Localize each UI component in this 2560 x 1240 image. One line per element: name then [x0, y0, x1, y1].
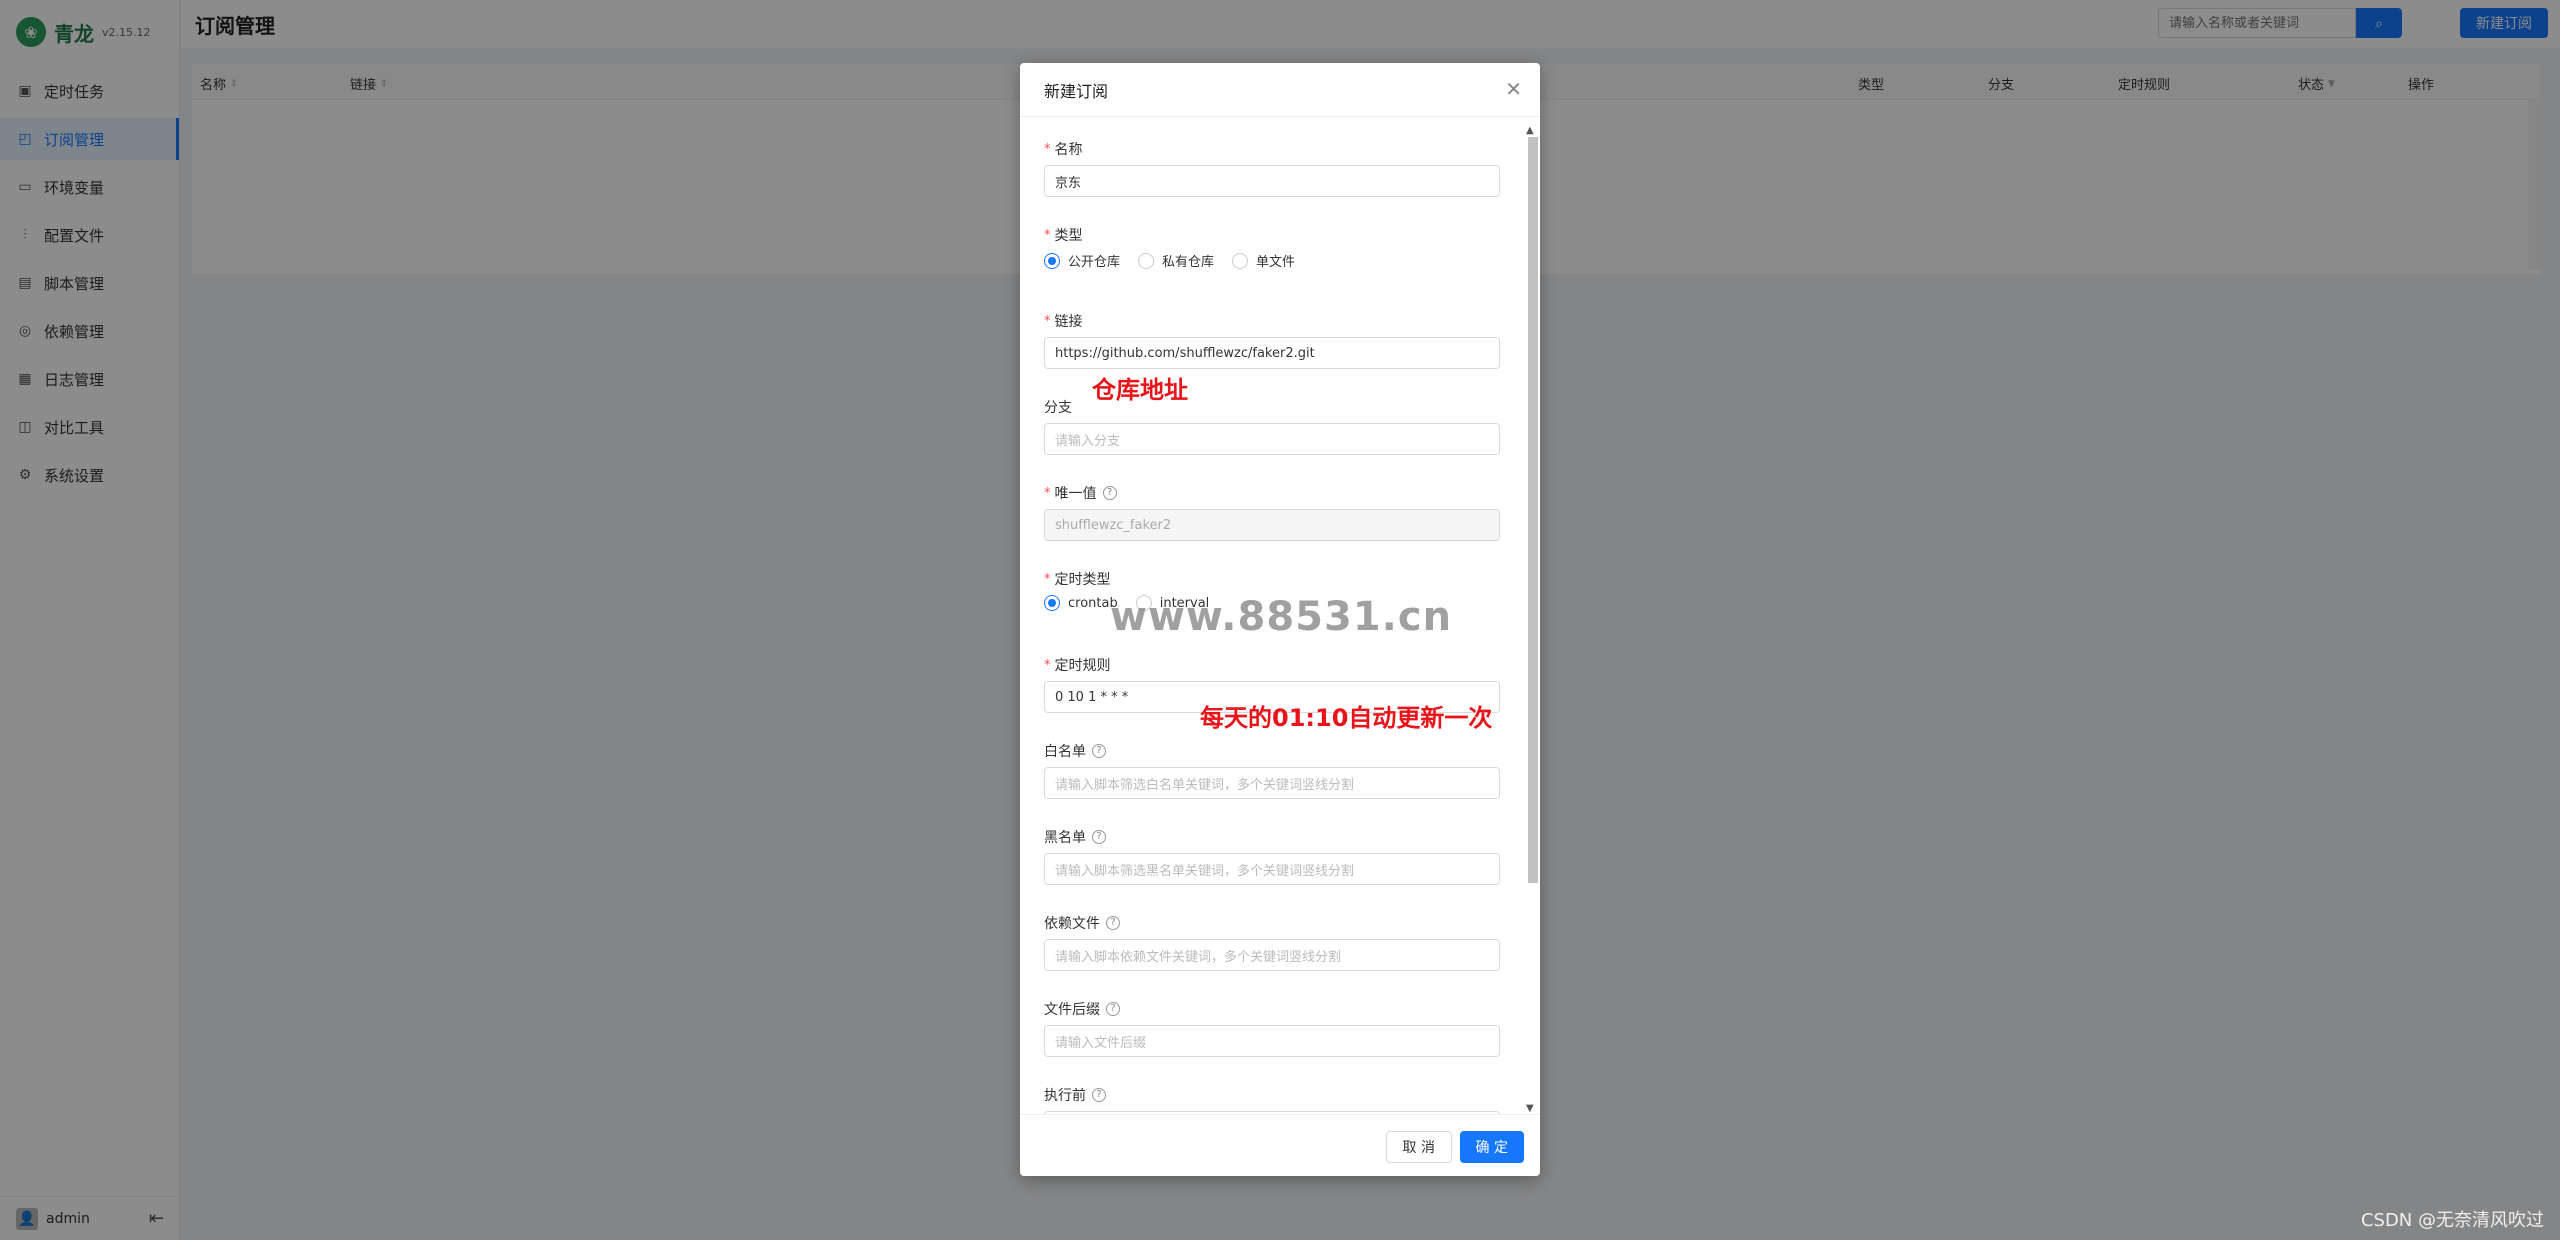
modal-title: 新建订阅 [1044, 81, 1109, 101]
ok-button[interactable]: 确 定 [1459, 1131, 1524, 1163]
csdn-credit: CSDN @无奈清风吹过 [2360, 1210, 2544, 1231]
field-schedule-type: * 定时类型 crontab interval [1044, 571, 1210, 611]
schedule-note: 每天的01:10自动更新一次 [1200, 704, 1493, 732]
extensions-input[interactable]: 请输入文件后缀 [1044, 1025, 1500, 1057]
modal-scrollbar[interactable]: ▲ ▼ [1526, 125, 1538, 1114]
modal-header: 新建订阅 [1020, 63, 1540, 117]
close-icon[interactable]: ✕ [1505, 77, 1522, 101]
watermark: www.88531.cn [1110, 594, 1453, 640]
question-circle-icon[interactable]: ? [1092, 744, 1106, 758]
question-circle-icon[interactable]: ? [1106, 916, 1120, 930]
url-input[interactable]: https://github.com/shufflewzc/faker2.git [1044, 337, 1500, 369]
field-name: * 名称 京东 [1044, 139, 1500, 197]
branch-input[interactable]: 请输入分支 [1044, 423, 1500, 455]
field-sub-before: 执行前? [1044, 1085, 1500, 1114]
question-circle-icon[interactable]: ? [1092, 1088, 1106, 1102]
scroll-down-icon[interactable]: ▼ [1526, 1103, 1534, 1114]
cancel-button[interactable]: 取 消 [1385, 1131, 1452, 1163]
dependence-input[interactable]: 请输入脚本依赖文件关键词，多个关键词竖线分割 [1044, 939, 1500, 971]
whitelist-input[interactable]: 请输入脚本筛选白名单关键词，多个关键词竖线分割 [1044, 767, 1500, 799]
type-radio-group: 公开仓库 私有仓库 单文件 [1044, 251, 1295, 270]
repo-address-note: 仓库地址 [1092, 376, 1188, 404]
alias-input: shufflewzc_faker2 [1044, 509, 1500, 541]
field-url: * 链接 https://github.com/shufflewzc/faker2… [1044, 311, 1500, 369]
modal-footer: 取 消 确 定 [1020, 1114, 1540, 1176]
field-schedule: * 定时规则 0 10 1 * * * [1044, 655, 1500, 713]
radio-public-repo[interactable]: 公开仓库 [1044, 251, 1120, 270]
field-whitelist: 白名单? 请输入脚本筛选白名单关键词，多个关键词竖线分割 [1044, 741, 1500, 799]
blacklist-input[interactable]: 请输入脚本筛选黑名单关键词，多个关键词竖线分割 [1044, 853, 1500, 885]
question-circle-icon[interactable]: ? [1092, 830, 1106, 844]
question-circle-icon[interactable]: ? [1102, 486, 1117, 500]
name-input[interactable]: 京东 [1044, 165, 1500, 197]
question-circle-icon[interactable]: ? [1106, 1002, 1120, 1016]
scroll-thumb[interactable] [1528, 137, 1538, 883]
field-extensions: 文件后缀? 请输入文件后缀 [1044, 999, 1500, 1057]
radio-single-file[interactable]: 单文件 [1232, 251, 1295, 270]
field-alias: * 唯一值? shufflewzc_faker2 [1044, 483, 1500, 541]
field-type: * 类型 公开仓库 私有仓库 单文件 [1044, 227, 1296, 270]
radio-crontab[interactable]: crontab [1044, 595, 1118, 611]
field-blacklist: 黑名单? 请输入脚本筛选黑名单关键词，多个关键词竖线分割 [1044, 827, 1500, 885]
radio-private-repo[interactable]: 私有仓库 [1138, 251, 1214, 270]
scroll-up-icon[interactable]: ▲ [1526, 125, 1534, 136]
field-dependence: 依赖文件? 请输入脚本依赖文件关键词，多个关键词竖线分割 [1044, 913, 1500, 971]
